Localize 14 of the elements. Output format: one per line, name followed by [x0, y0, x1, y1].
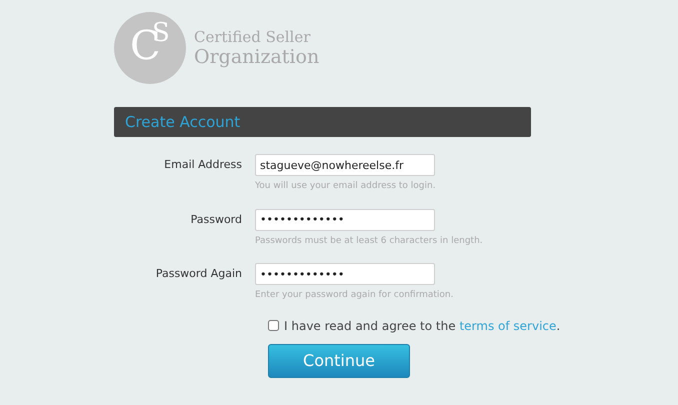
- agreement-text: I have read and agree to the terms of service.: [284, 318, 560, 334]
- input-field[interactable]: •••••••••••••: [255, 208, 435, 230]
- field-hint: Enter your password again for confirmation.: [255, 289, 454, 302]
- field-hint: Passwords must be at least 6 characters in length.: [255, 234, 483, 248]
- organization-name: Certified Seller: [194, 30, 312, 44]
- input-field[interactable]: stagueve@nowhereelse.fr: [255, 154, 435, 176]
- field-label: Password Again: [154, 266, 243, 282]
- organization-name: Organization: [194, 48, 320, 66]
- input-field[interactable]: •••••••••••••: [255, 263, 435, 285]
- field-hint: You will use your email address to login.: [255, 180, 436, 193]
- field-label: Password: [190, 212, 243, 228]
- header-title: Create Account: [125, 112, 240, 133]
- field-label: Email Address: [163, 157, 243, 173]
- agree-checkbox[interactable]: [268, 320, 279, 331]
